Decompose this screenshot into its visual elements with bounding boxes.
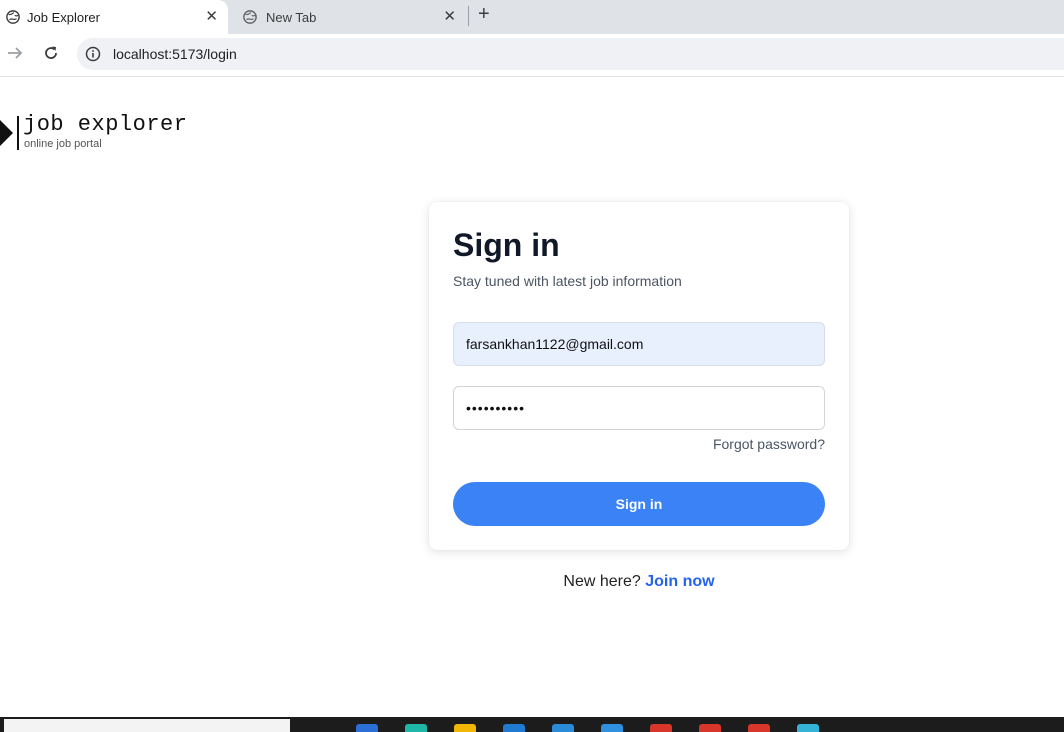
logo-brand-name: job explorer xyxy=(23,112,188,137)
signin-button[interactable]: Sign in xyxy=(453,482,825,526)
tab-title: Job Explorer xyxy=(27,10,100,25)
globe-icon xyxy=(243,10,257,24)
password-field[interactable] xyxy=(453,386,825,430)
signin-subtitle: Stay tuned with latest job information xyxy=(453,273,682,289)
forgot-password-link[interactable]: Forgot password? xyxy=(713,436,825,452)
tab-new-tab[interactable]: New Tab ✕ xyxy=(232,0,466,34)
url-text: localhost:5173/login xyxy=(113,46,237,62)
tab-job-explorer[interactable]: Job Explorer ✕ xyxy=(0,0,228,34)
new-tab-plus-icon[interactable]: + xyxy=(478,3,490,25)
tab-separator xyxy=(468,6,469,26)
logo-triangle-icon xyxy=(0,120,13,146)
edge-icon[interactable] xyxy=(356,724,378,732)
tab-title: New Tab xyxy=(266,10,317,25)
app-icon[interactable] xyxy=(601,724,623,732)
vscode-icon[interactable] xyxy=(552,724,574,732)
browser-toolbar: localhost:5173/login xyxy=(0,34,1064,77)
app-icon[interactable] xyxy=(748,724,770,732)
close-tab-icon[interactable]: ✕ xyxy=(205,9,218,24)
taskbar-search-box[interactable] xyxy=(4,719,290,732)
app-icon[interactable] xyxy=(650,724,672,732)
logo-divider xyxy=(17,116,19,150)
logo-tagline: online job portal xyxy=(24,138,102,150)
signin-card: Sign in Stay tuned with latest job infor… xyxy=(429,202,849,550)
close-tab-icon[interactable]: ✕ xyxy=(443,9,456,24)
mail-icon[interactable] xyxy=(503,724,525,732)
signup-prompt: New here? Join now xyxy=(429,573,849,591)
file-explorer-icon[interactable] xyxy=(454,724,476,732)
tab-strip: Job Explorer ✕ New Tab ✕ + xyxy=(0,0,1064,34)
address-bar[interactable]: localhost:5173/login xyxy=(77,38,1064,70)
globe-icon xyxy=(6,10,20,24)
signin-heading: Sign in xyxy=(453,227,560,263)
app-icon[interactable] xyxy=(699,724,721,732)
signup-prompt-text: New here? xyxy=(563,573,641,590)
app-icon[interactable] xyxy=(797,724,819,732)
chrome-icon[interactable] xyxy=(405,724,427,732)
join-now-link[interactable]: Join now xyxy=(645,573,714,590)
email-field[interactable] xyxy=(453,322,825,366)
site-info-icon[interactable] xyxy=(85,46,101,62)
forward-arrow-icon[interactable] xyxy=(6,44,24,62)
reload-icon[interactable] xyxy=(42,44,60,62)
os-taskbar xyxy=(0,717,1064,732)
